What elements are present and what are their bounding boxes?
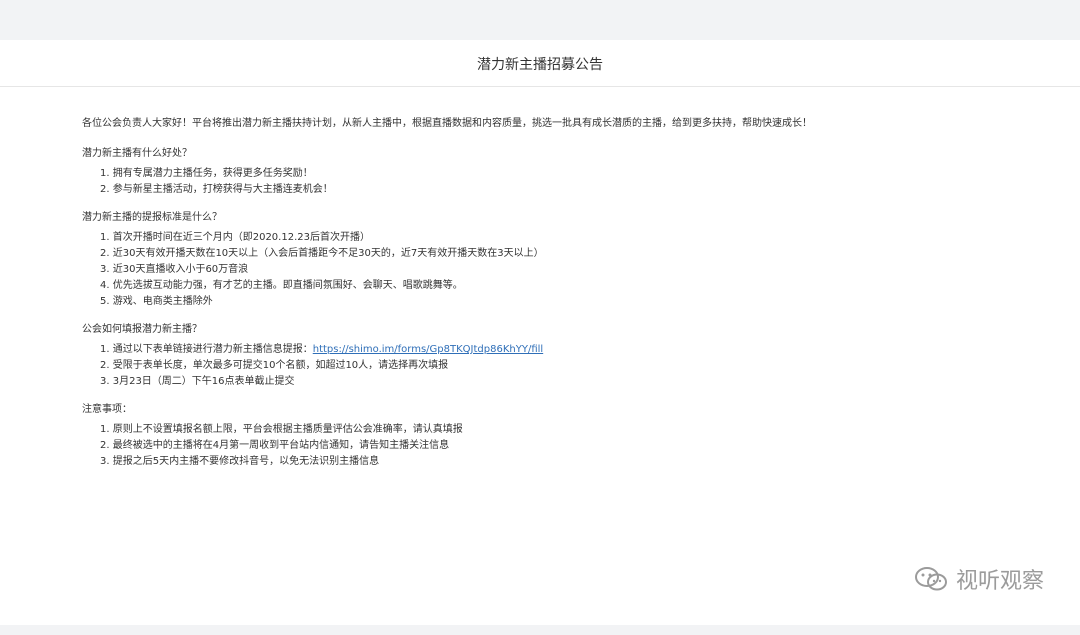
- list-item: 2. 参与新星主播活动，打榜获得与大主播连麦机会！: [100, 184, 333, 195]
- criteria-list: 1. 首次开播时间在近三个月内（即2020.12.23后首次开播） 2. 近30…: [82, 230, 1042, 310]
- list-item: 3. 近30天直播收入小于60万音浪: [100, 264, 249, 275]
- form-link[interactable]: https://shimo.im/forms/Gp8TKQJtdp86KhYY/…: [313, 344, 543, 355]
- notes-list: 1. 原则上不设置填报名额上限，平台会根据主播质量评估公会准确率，请认真填报 2…: [82, 422, 1042, 470]
- section-title-how-to-submit: 公会如何填报潜力新主播？: [82, 324, 202, 335]
- list-item: 2. 近30天有效开播天数在10天以上（入会后首播距今不足30天的，近7天有效开…: [100, 248, 544, 259]
- link-prefix-text: 1. 通过以下表单链接进行潜力新主播信息提报：: [100, 344, 313, 355]
- list-item: 1. 通过以下表单链接进行潜力新主播信息提报：https://shimo.im/…: [100, 342, 1042, 358]
- submission-list: 1. 通过以下表单链接进行潜力新主播信息提报：https://shimo.im/…: [82, 342, 1042, 390]
- announcement-content: 各位公会负责人大家好！平台将推出潜力新主播扶持计划，从新人主播中，根据直播数据和…: [82, 116, 1042, 482]
- announcement-panel: 潜力新主播招募公告 各位公会负责人大家好！平台将推出潜力新主播扶持计划，从新人主…: [0, 40, 1080, 625]
- watermark-text: 视听观察: [955, 569, 1044, 594]
- page-title: 潜力新主播招募公告: [477, 57, 603, 73]
- top-bar: [0, 0, 1080, 28]
- intro-text: 各位公会负责人大家好！平台将推出潜力新主播扶持计划，从新人主播中，根据直播数据和…: [82, 118, 812, 129]
- list-item: 4. 优先选拔互动能力强，有才艺的主播。即直播间氛围好、会聊天、唱歌跳舞等。: [100, 280, 463, 291]
- list-item: 5. 游戏、电商类主播除外: [100, 296, 213, 307]
- list-item: 1. 原则上不设置填报名额上限，平台会根据主播质量评估公会准确率，请认真填报: [100, 424, 463, 435]
- section-title-notes: 注意事项：: [82, 404, 132, 415]
- title-row: 潜力新主播招募公告: [0, 40, 1080, 87]
- list-item: 2. 受限于表单长度，单次最多可提交10个名额，如超过10人，请选择再次填报: [100, 360, 449, 371]
- watermark: 视听观察: [914, 563, 1044, 595]
- list-item: 2. 最终被选中的主播将在4月第一周收到平台站内信通知，请告知主播关注信息: [100, 440, 450, 451]
- list-item: 1. 拥有专属潜力主播任务，获得更多任务奖励！: [100, 168, 313, 179]
- section-title-benefits: 潜力新主播有什么好处？: [82, 148, 192, 159]
- list-item: 3. 提报之后5天内主播不要修改抖音号，以免无法识别主播信息: [100, 456, 380, 467]
- wechat-icon: [914, 567, 947, 591]
- section-title-criteria: 潜力新主播的提报标准是什么？: [82, 212, 222, 223]
- benefits-list: 1. 拥有专属潜力主播任务，获得更多任务奖励！ 2. 参与新星主播活动，打榜获得…: [82, 166, 1042, 198]
- list-item: 1. 首次开播时间在近三个月内（即2020.12.23后首次开播）: [100, 232, 370, 243]
- bottom-bar: [0, 625, 1080, 635]
- list-item: 3. 3月23日（周二）下午16点表单截止提交: [100, 376, 295, 387]
